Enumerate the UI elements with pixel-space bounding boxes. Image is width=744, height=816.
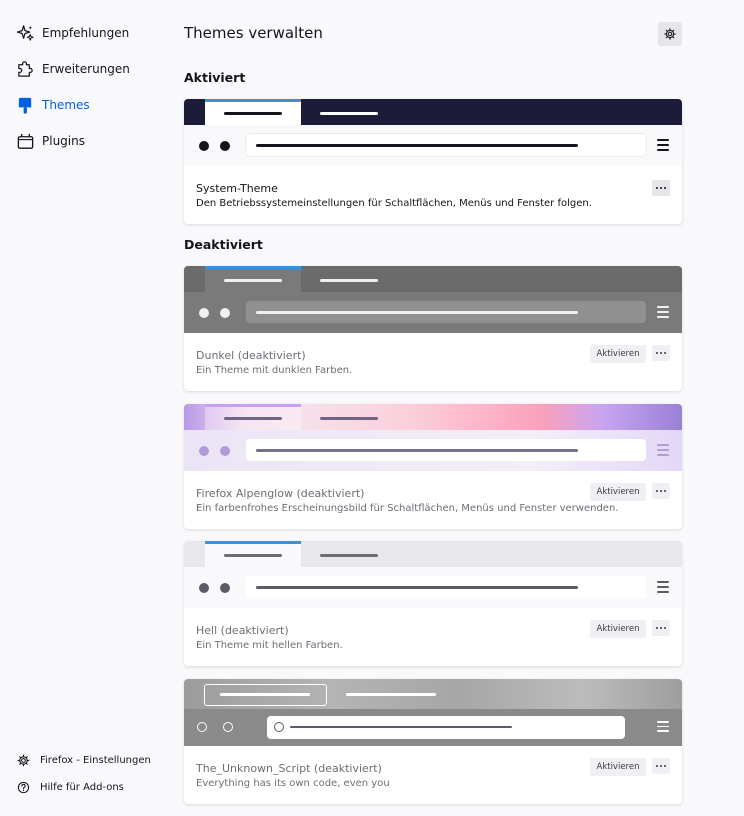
activate-button[interactable]: Aktivieren <box>590 620 646 638</box>
puzzle-icon <box>18 60 33 77</box>
menu-icon <box>657 721 669 733</box>
theme-description: Ein Theme mit dunklen Farben. <box>196 365 353 376</box>
more-options-button[interactable] <box>652 483 670 499</box>
activate-button[interactable]: Aktivieren <box>590 758 646 776</box>
theme-preview <box>184 541 682 608</box>
theme-name: Firefox Alpenglow (deaktiviert) <box>196 487 365 500</box>
more-options-button[interactable] <box>652 758 670 774</box>
firefox-settings-link[interactable]: Firefox - Einstellungen <box>17 751 151 769</box>
sidebar-item-label: Themes <box>42 98 90 112</box>
theme-name: System-Theme <box>196 182 278 195</box>
sidebar: Empfehlungen Erweiterungen Themes Plugin… <box>0 0 160 816</box>
more-options-button[interactable] <box>652 180 670 196</box>
sidebar-item-plugins[interactable]: Plugins <box>16 129 85 153</box>
section-title-disabled: Deaktiviert <box>184 237 263 252</box>
footer-link-label: Hilfe für Add-ons <box>40 781 124 793</box>
theme-description: Ein Theme mit hellen Farben. <box>196 640 343 651</box>
paintbrush-icon <box>18 97 32 114</box>
sidebar-item-recommendations[interactable]: Empfehlungen <box>16 21 129 45</box>
sidebar-item-label: Plugins <box>42 134 85 148</box>
menu-icon <box>657 581 669 593</box>
theme-card-alpenglow: Firefox Alpenglow (deaktiviert) Ein farb… <box>184 404 682 529</box>
theme-preview <box>184 404 682 471</box>
theme-description: Ein farbenfrohes Erscheinungsbild für Sc… <box>196 503 619 514</box>
gear-icon <box>664 28 676 40</box>
help-icon <box>17 781 30 793</box>
sidebar-item-label: Erweiterungen <box>42 62 130 76</box>
theme-card-dark: Dunkel (deaktiviert) Ein Theme mit dunkl… <box>184 266 682 391</box>
theme-card-light: Hell (deaktiviert) Ein Theme mit hellen … <box>184 541 682 666</box>
addons-help-link[interactable]: Hilfe für Add-ons <box>17 778 124 796</box>
gear-icon <box>17 754 30 766</box>
menu-icon <box>657 444 669 456</box>
theme-name: Dunkel (deaktiviert) <box>196 349 306 362</box>
sidebar-item-extensions[interactable]: Erweiterungen <box>16 57 130 81</box>
plugin-icon <box>17 133 34 149</box>
section-title-enabled: Aktiviert <box>184 70 246 85</box>
theme-card-unknown-script: The_Unknown_Script (deaktiviert) Everyth… <box>184 679 682 804</box>
theme-preview <box>184 266 682 333</box>
page-title: Themes verwalten <box>184 24 323 42</box>
activate-button[interactable]: Aktivieren <box>590 483 646 501</box>
theme-description: Everything has its own code, even you <box>196 778 390 789</box>
activate-button[interactable]: Aktivieren <box>590 345 646 363</box>
theme-name: Hell (deaktiviert) <box>196 624 289 637</box>
menu-icon <box>657 139 669 151</box>
more-options-button[interactable] <box>652 345 670 361</box>
theme-preview <box>184 99 682 166</box>
more-options-button[interactable] <box>652 620 670 636</box>
sidebar-item-label: Empfehlungen <box>42 26 130 40</box>
theme-settings-button[interactable] <box>658 22 682 46</box>
theme-name: The_Unknown_Script (deaktiviert) <box>196 762 382 775</box>
sidebar-item-themes[interactable]: Themes <box>16 93 90 117</box>
footer-link-label: Firefox - Einstellungen <box>40 754 151 766</box>
theme-card-system: System-Theme Den Betriebssystemeinstellu… <box>184 99 682 224</box>
theme-preview <box>184 679 682 746</box>
sparkle-icon <box>16 24 34 41</box>
theme-description: Den Betriebssystemeinstellungen für Scha… <box>196 198 592 209</box>
menu-icon <box>657 306 669 318</box>
